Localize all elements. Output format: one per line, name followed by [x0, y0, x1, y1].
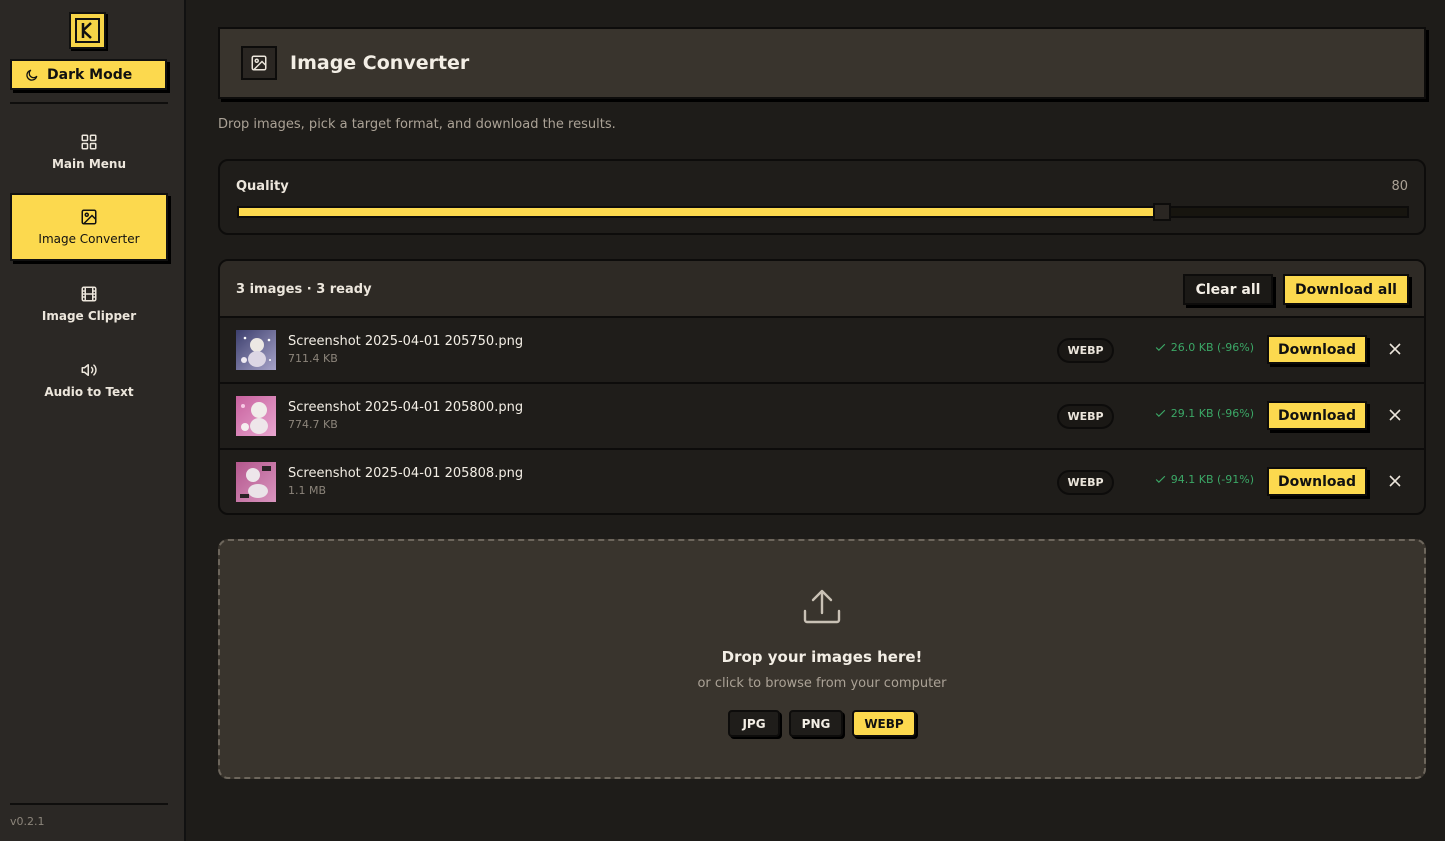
- grid-icon: [81, 134, 97, 150]
- format-option-webp[interactable]: WEBP: [852, 710, 916, 737]
- file-name: Screenshot 2025-04-01 205808.png: [288, 466, 524, 481]
- upload-icon: [803, 589, 841, 624]
- page-header: Image Converter: [218, 27, 1426, 99]
- download-button[interactable]: Download: [1267, 401, 1367, 430]
- file-name: Screenshot 2025-04-01 205800.png: [288, 400, 524, 415]
- conversion-result: 26.0 KB (-96%): [1154, 341, 1254, 354]
- page-subtitle: Drop images, pick a target format, and d…: [218, 117, 616, 132]
- file-size: 774.7 KB: [288, 418, 338, 431]
- sidebar-item-label: Main Menu: [51, 157, 127, 171]
- sidebar-item-label: Audio to Text: [44, 385, 134, 399]
- app-logo[interactable]: [69, 12, 106, 49]
- sidebar-divider: [10, 102, 168, 104]
- check-icon: [1155, 475, 1166, 484]
- file-size: 711.4 KB: [288, 352, 338, 365]
- sidebar-item-main-menu[interactable]: Main Menu: [10, 118, 168, 186]
- file-row: Screenshot 2025-04-01 205808.png 1.1 MB …: [220, 450, 1424, 513]
- image-icon: [81, 209, 97, 225]
- conversion-result: 94.1 KB (-91%): [1154, 473, 1254, 486]
- quality-slider-thumb[interactable]: [1152, 203, 1171, 221]
- quality-slider-fill: [239, 208, 1162, 216]
- speaker-icon: [81, 364, 97, 376]
- dark-mode-button[interactable]: Dark Mode: [10, 59, 167, 90]
- format-option-jpg[interactable]: JPG: [728, 710, 780, 737]
- dark-mode-label: Dark Mode: [47, 66, 133, 83]
- format-badge: WEBP: [1057, 338, 1114, 363]
- dropzone-title: Drop your images here!: [721, 648, 923, 666]
- file-row: Screenshot 2025-04-01 205800.png 774.7 K…: [220, 384, 1424, 450]
- file-thumbnail: [236, 462, 276, 502]
- image-icon: [251, 55, 267, 71]
- moon-icon: [26, 69, 38, 81]
- version-label: v0.2.1: [10, 815, 45, 828]
- logo-k-icon: [75, 18, 100, 43]
- file-list: 3 images · 3 ready Clear all Download al…: [218, 259, 1426, 515]
- sidebar-item-image-converter[interactable]: Image Converter: [10, 193, 168, 261]
- check-icon: [1155, 409, 1166, 418]
- header-icon-box: [241, 46, 277, 80]
- file-size: 1.1 MB: [288, 484, 327, 497]
- quality-panel: Quality 80: [218, 159, 1426, 235]
- remove-file-button[interactable]: [1386, 340, 1404, 358]
- sidebar-divider: [10, 803, 168, 805]
- sidebar-item-label: Image Clipper: [41, 309, 137, 323]
- file-row: Screenshot 2025-04-01 205750.png 711.4 K…: [220, 318, 1424, 384]
- file-thumbnail: [236, 330, 276, 370]
- close-icon: [1389, 343, 1401, 355]
- download-button[interactable]: Download: [1267, 335, 1367, 364]
- target-format-selector: JPG PNG WEBP: [220, 710, 1424, 737]
- sidebar-item-audio-to-text[interactable]: Audio to Text: [10, 346, 168, 414]
- image-dropzone[interactable]: Drop your images here! or click to brows…: [218, 539, 1426, 779]
- conversion-result: 29.1 KB (-96%): [1154, 407, 1254, 420]
- quality-label: Quality: [236, 179, 289, 194]
- file-thumbnail: [236, 396, 276, 436]
- quality-slider[interactable]: [237, 203, 1409, 221]
- format-badge: WEBP: [1057, 470, 1114, 495]
- sidebar-item-label: Image Converter: [38, 232, 140, 246]
- close-icon: [1389, 409, 1401, 421]
- sidebar-item-image-clipper[interactable]: Image Clipper: [10, 270, 168, 338]
- download-button[interactable]: Download: [1267, 467, 1367, 496]
- clear-all-button[interactable]: Clear all: [1183, 274, 1273, 305]
- check-icon: [1155, 343, 1166, 352]
- converted-size: 26.0 KB (-96%): [1170, 341, 1254, 354]
- file-list-header: 3 images · 3 ready Clear all Download al…: [220, 261, 1424, 318]
- quality-value: 80: [1391, 179, 1408, 194]
- download-all-button[interactable]: Download all: [1283, 274, 1409, 305]
- remove-file-button[interactable]: [1386, 472, 1404, 490]
- file-count: 3 images · 3 ready: [236, 282, 372, 297]
- format-option-png[interactable]: PNG: [789, 710, 843, 737]
- converted-size: 94.1 KB (-91%): [1170, 473, 1254, 486]
- film-icon: [81, 286, 97, 302]
- converted-size: 29.1 KB (-96%): [1170, 407, 1254, 420]
- dropzone-subtitle: or click to browse from your computer: [697, 676, 947, 691]
- page-title: Image Converter: [290, 52, 470, 74]
- remove-file-button[interactable]: [1386, 406, 1404, 424]
- close-icon: [1389, 475, 1401, 487]
- file-name: Screenshot 2025-04-01 205750.png: [288, 334, 524, 349]
- format-badge: WEBP: [1057, 404, 1114, 429]
- sidebar: Dark Mode Main Menu Image Converter Imag…: [0, 0, 186, 841]
